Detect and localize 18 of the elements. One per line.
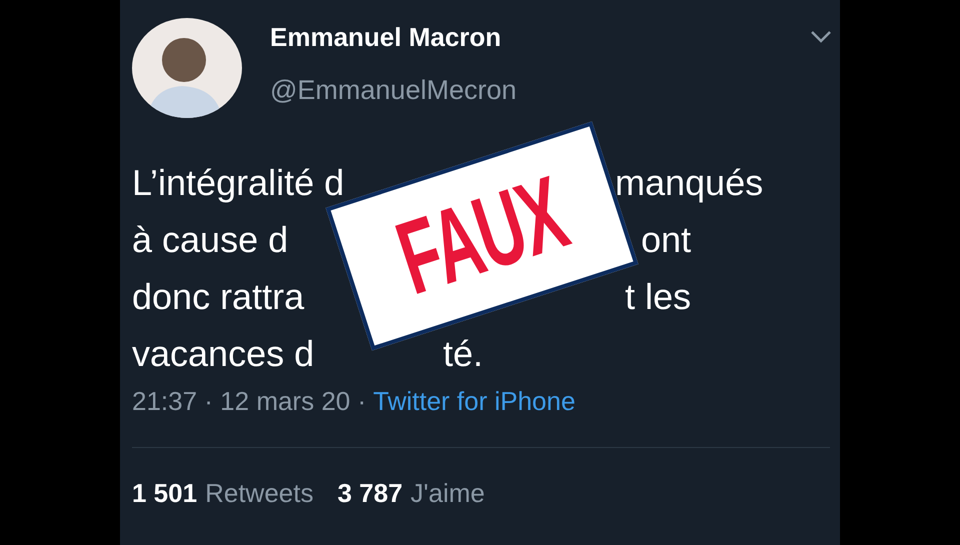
stat-count: 3 787 — [337, 478, 403, 509]
chevron-down-icon[interactable] — [810, 30, 832, 44]
tweet-text: t les — [625, 276, 692, 318]
tweet-text: donc rattra — [132, 276, 304, 318]
tweet-text: à cause d — [132, 218, 288, 260]
tweet-text: L’intégralité d — [132, 162, 344, 204]
author-handle[interactable]: @EmmanuelMecron — [270, 75, 516, 106]
tweet-timestamp: 21:37 · 12 mars 20 · — [132, 386, 366, 417]
tweet-text: té. — [443, 332, 484, 374]
stat-label[interactable]: J'aime — [410, 478, 485, 509]
stat-count: 1 501 — [132, 478, 198, 509]
author-name[interactable]: Emmanuel Macron — [270, 22, 516, 53]
source-link[interactable]: Twitter for iPhone — [373, 386, 576, 417]
tweet-text: vacances d — [132, 332, 314, 374]
stamp-text: FAUX — [386, 160, 578, 312]
tweet-text: manqués — [615, 162, 764, 204]
tweet-text: ont — [641, 218, 692, 260]
stat-label[interactable]: Retweets — [205, 478, 314, 509]
